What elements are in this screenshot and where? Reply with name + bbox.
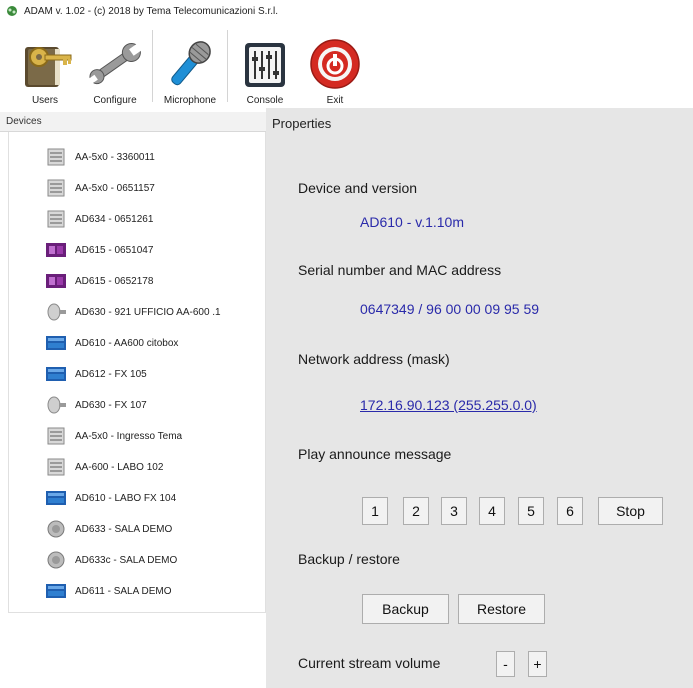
network-address-link[interactable]: 172.16.90.123 (255.255.0.0) (360, 397, 537, 413)
power-exit-icon (310, 39, 360, 89)
toolbar-separator (152, 30, 153, 102)
blue-panel-icon (45, 365, 67, 383)
device-list-item[interactable]: AD633c - SALA DEMO (9, 545, 265, 575)
purple-panel-icon (45, 272, 67, 290)
toolbar: Users Configure Microphone Console Exit (12, 24, 372, 106)
device-label: AD633 - SALA DEMO (75, 523, 173, 535)
device-label: AD630 - FX 107 (75, 399, 147, 411)
backup-restore-label: Backup / restore (298, 551, 400, 567)
device-list-item[interactable]: AA-5x0 - 3360011 (9, 142, 265, 172)
announce-3-button[interactable]: 3 (441, 497, 467, 525)
blue-panel-icon (45, 489, 67, 507)
purple-panel-icon (45, 241, 67, 259)
device-list-item[interactable]: AD615 - 0652178 (9, 266, 265, 296)
device-label: AA-600 - LABO 102 (75, 461, 164, 473)
device-label: AD610 - LABO FX 104 (75, 492, 177, 504)
serial-mac-value: 0647349 / 96 00 00 09 95 59 (360, 301, 540, 317)
round-speaker-icon (45, 520, 67, 538)
users-book-key-icon (25, 47, 72, 87)
device-label: AA-5x0 - Ingresso Tema (75, 430, 183, 442)
restore-button[interactable]: Restore (458, 594, 545, 624)
device-list-item[interactable]: AA-600 - LABO 102 (9, 452, 265, 482)
device-label: AA-5x0 - 0651157 (75, 182, 155, 194)
announce-5-button[interactable]: 5 (518, 497, 544, 525)
network-address-label: Network address (mask) (298, 351, 450, 367)
device-list-item[interactable]: AD615 - 0651047 (9, 235, 265, 265)
announce-6-button[interactable]: 6 (557, 497, 583, 525)
speaker-horn-icon (45, 303, 67, 321)
device-label: AD634 - 0651261 (75, 213, 154, 225)
announce-label: Play announce message (298, 446, 452, 462)
devices-header: Devices (0, 112, 266, 132)
announce-4-button[interactable]: 4 (479, 497, 505, 525)
device-list-item[interactable]: AA-5x0 - 0651157 (9, 173, 265, 203)
users-button-label: Users (31, 95, 59, 106)
stream-volume-label: Current stream volume (298, 655, 441, 671)
device-list-item[interactable]: AD633 - SALA DEMO (9, 514, 265, 544)
console-button[interactable]: Console (232, 24, 298, 106)
title-bar: ADAM v. 1.02 - (c) 2018 by Tema Telecomu… (0, 0, 693, 22)
rack-device-icon (45, 210, 67, 228)
device-label: AD615 - 0652178 (75, 275, 154, 287)
device-version-label: Device and version (298, 180, 418, 196)
blue-panel-icon (45, 582, 67, 600)
device-label: AD610 - AA600 citobox (75, 337, 179, 349)
device-label: AA-5x0 - 3360011 (75, 151, 155, 163)
device-list-item[interactable]: AD612 - FX 105 (9, 359, 265, 389)
rack-device-icon (45, 427, 67, 445)
device-list-item[interactable]: AD634 - 0651261 (9, 204, 265, 234)
console-button-label: Console (246, 95, 284, 106)
mixer-console-icon (245, 43, 285, 87)
microphone-button-label: Microphone (163, 95, 217, 106)
exit-button[interactable]: Exit (302, 24, 368, 106)
rack-device-icon (45, 179, 67, 197)
rack-device-icon (45, 148, 67, 166)
microphone-icon (171, 41, 211, 86)
microphone-button[interactable]: Microphone (157, 24, 223, 106)
backup-button[interactable]: Backup (362, 594, 449, 624)
blue-panel-icon (45, 334, 67, 352)
device-list-item[interactable]: AD611 - SALA DEMO (9, 576, 265, 606)
configure-button-label: Configure (93, 95, 137, 106)
device-label: AD615 - 0651047 (75, 244, 154, 256)
device-label: AD612 - FX 105 (75, 368, 147, 380)
volume-down-button[interactable]: - (496, 651, 515, 677)
configure-button[interactable]: Configure (82, 24, 148, 106)
device-label: AD611 - SALA DEMO (75, 585, 172, 597)
announce-1-button[interactable]: 1 (362, 497, 388, 525)
speaker-horn-icon (45, 396, 67, 414)
device-version-value: AD610 - v.1.10m (360, 214, 465, 230)
device-list-item[interactable]: AD610 - AA600 citobox (9, 328, 265, 358)
device-list[interactable]: AA-5x0 - 3360011 AA-5x0 - 0651157 AD634 - … (8, 132, 266, 613)
device-list-item[interactable]: AA-5x0 - Ingresso Tema (9, 421, 265, 451)
rack-device-icon (45, 458, 67, 476)
volume-up-button[interactable]: + (528, 651, 547, 677)
device-label: AD630 - 921 UFFICIO AA-600 .1 (75, 306, 221, 318)
window-title: ADAM v. 1.02 - (c) 2018 by Tema Telecomu… (24, 5, 278, 17)
device-label: AD633c - SALA DEMO (75, 554, 178, 566)
device-list-item[interactable]: AD630 - FX 107 (9, 390, 265, 420)
toolbar-separator (227, 30, 228, 102)
serial-mac-label: Serial number and MAC address (298, 262, 502, 278)
wrench-icon (88, 43, 142, 85)
users-button[interactable]: Users (12, 24, 78, 106)
exit-button-label: Exit (326, 95, 344, 106)
stop-button[interactable]: Stop (598, 497, 663, 525)
adam-app-icon (7, 6, 17, 16)
device-list-item[interactable]: AD610 - LABO FX 104 (9, 483, 265, 513)
properties-title: Properties (272, 116, 332, 131)
announce-2-button[interactable]: 2 (403, 497, 429, 525)
device-list-item[interactable]: AD630 - 921 UFFICIO AA-600 .1 (9, 297, 265, 327)
round-speaker-icon (45, 551, 67, 569)
